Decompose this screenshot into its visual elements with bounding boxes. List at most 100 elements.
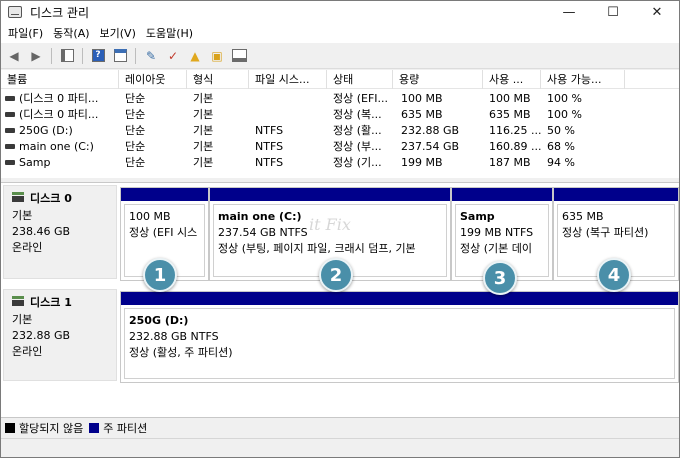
- column-header-filesystem[interactable]: 파일 시스...: [249, 70, 327, 89]
- disk-icon: [12, 296, 24, 306]
- volume-name-cell: main one (C:): [5, 139, 117, 155]
- menu-file[interactable]: 파일(F): [3, 25, 48, 41]
- folder-up-icon[interactable]: ▲: [186, 47, 204, 65]
- volume-name: 250G (D:): [19, 124, 73, 137]
- volume-name-cell: (디스크 0 파티...: [5, 91, 117, 107]
- toolbar-separator: [135, 47, 136, 64]
- volume-row[interactable]: 250G (D:) 단순 기본 NTFS 정상 (활... 232.88 GB …: [1, 123, 679, 139]
- disk-0-label[interactable]: 디스크 0 기본 238.46 GB 온라인: [3, 185, 117, 279]
- capacity-cell: 635 MB: [401, 108, 443, 121]
- menu-action[interactable]: 동작(A): [48, 25, 94, 41]
- type-cell: 기본: [193, 124, 214, 137]
- percent-free-cell: 94 %: [547, 156, 575, 169]
- status-cell: 정상 (기...: [333, 156, 382, 169]
- disk-management-window: 디스크 관리 — ☐ ✕ 파일(F) 동작(A) 보기(V) 도움말(H) ◀ …: [0, 0, 680, 458]
- column-header-percent-free[interactable]: 사용 가능...: [541, 70, 625, 89]
- partition-bar: [210, 188, 450, 201]
- volume-list-header: 볼륨 레이아웃 형식 파일 시스... 상태 용량 사용 ... 사용 가능..…: [1, 70, 679, 89]
- column-header-free-space[interactable]: 사용 ...: [483, 70, 541, 89]
- drive-icon: [5, 95, 15, 101]
- legend-primary-partition: 주 파티션: [103, 421, 148, 435]
- number-badge-1: 1: [143, 258, 177, 292]
- volume-list: 볼륨 레이아웃 형식 파일 시스... 상태 용량 사용 ... 사용 가능..…: [1, 70, 679, 178]
- volume-name: Samp: [19, 156, 51, 169]
- filesystem-cell: NTFS: [255, 124, 284, 137]
- minimize-button[interactable]: —: [547, 1, 591, 23]
- capacity-cell: 232.88 GB: [401, 124, 460, 137]
- partition-bar: [121, 292, 678, 305]
- partition-250g-d[interactable]: 250G (D:) 232.88 GB NTFS 정상 (활성, 주 파티션): [120, 291, 679, 383]
- back-arrow-icon[interactable]: ◀: [5, 47, 23, 65]
- number-badge-4: 4: [597, 258, 631, 292]
- partition-bar: [121, 188, 208, 201]
- volume-name-cell: Samp: [5, 155, 117, 171]
- menu-view[interactable]: 보기(V): [95, 25, 141, 41]
- partition-status: 정상 (복구 파티션): [562, 226, 649, 239]
- console-icon[interactable]: [58, 47, 76, 65]
- column-header-volume[interactable]: 볼륨: [1, 70, 119, 89]
- column-header-type[interactable]: 형식: [187, 70, 249, 89]
- column-header-capacity[interactable]: 용량: [393, 70, 483, 89]
- close-button[interactable]: ✕: [635, 1, 679, 23]
- drive-icon: [5, 127, 15, 133]
- disk-state: 온라인: [12, 241, 43, 254]
- volume-name-cell: 250G (D:): [5, 123, 117, 139]
- percent-free-cell: 100 %: [547, 108, 582, 121]
- disk-1-row: 디스크 1 기본 232.88 GB 온라인 250G (D:) 232.88 …: [1, 287, 679, 383]
- toolbar: ◀ ▶ ? ✎ ✓ ▲ ▣: [1, 43, 679, 69]
- disk-1-label[interactable]: 디스크 1 기본 232.88 GB 온라인: [3, 289, 117, 381]
- disk-kind: 기본: [12, 313, 33, 326]
- menu-help[interactable]: 도움말(H): [141, 25, 198, 41]
- volume-row[interactable]: (디스크 0 파티... 단순 기본 정상 (EFI... 100 MB 100…: [1, 91, 679, 107]
- status-cell: 정상 (EFI...: [333, 92, 389, 105]
- partition-bar: [554, 188, 678, 201]
- free-space-cell: 100 MB: [489, 92, 531, 105]
- status-bar: [1, 438, 679, 457]
- number-badge-3: 3: [483, 261, 517, 295]
- disk-icon: [12, 192, 24, 202]
- layout-cell: 단순: [125, 156, 146, 169]
- volume-name: (디스크 0 파티...: [19, 92, 99, 105]
- free-space-cell: 187 MB: [489, 156, 531, 169]
- partition-body: 250G (D:) 232.88 GB NTFS 정상 (활성, 주 파티션): [124, 308, 675, 379]
- column-header-status[interactable]: 상태: [327, 70, 393, 89]
- volume-row[interactable]: (디스크 0 파티... 단순 기본 정상 (복... 635 MB 635 M…: [1, 107, 679, 123]
- search-folder-icon[interactable]: ▣: [208, 47, 226, 65]
- partition-size: 100 MB: [129, 210, 171, 223]
- number-badge-2: 2: [319, 258, 353, 292]
- filesystem-cell: NTFS: [255, 140, 284, 153]
- capacity-cell: 100 MB: [401, 92, 443, 105]
- partition-status: 정상 (활성, 주 파티션): [129, 346, 233, 359]
- volume-name: (디스크 0 파티...: [19, 108, 99, 121]
- maximize-button[interactable]: ☐: [591, 1, 635, 23]
- volume-row[interactable]: main one (C:) 단순 기본 NTFS 정상 (부... 237.54…: [1, 139, 679, 155]
- title-bar: 디스크 관리 — ☐ ✕: [1, 1, 679, 23]
- percent-free-cell: 100 %: [547, 92, 582, 105]
- help-icon[interactable]: ?: [89, 47, 107, 65]
- disk-management-app-icon: [8, 6, 22, 18]
- watermark-logo: it Fix: [309, 215, 351, 234]
- volume-row[interactable]: Samp 단순 기본 NTFS 정상 (기... 199 MB 187 MB 9…: [1, 155, 679, 171]
- window-title: 디스크 관리: [30, 5, 90, 20]
- disk-size: 238.46 GB: [12, 225, 71, 238]
- forward-arrow-icon[interactable]: ▶: [27, 47, 45, 65]
- menu-bar: 파일(F) 동작(A) 보기(V) 도움말(H): [1, 23, 679, 43]
- drive-icon: [5, 111, 15, 117]
- status-cell: 정상 (부...: [333, 140, 382, 153]
- check-icon[interactable]: ✓: [164, 47, 182, 65]
- disk-view-icon[interactable]: [230, 47, 248, 65]
- disk-kind: 기본: [12, 209, 33, 222]
- toolbar-separator: [51, 47, 52, 64]
- drive-icon: [5, 159, 15, 165]
- column-header-layout[interactable]: 레이아웃: [119, 70, 187, 89]
- properties-icon[interactable]: [111, 47, 129, 65]
- disk-size: 232.88 GB: [12, 329, 71, 342]
- type-cell: 기본: [193, 156, 214, 169]
- type-cell: 기본: [193, 108, 214, 121]
- primary-partition-swatch: [89, 422, 100, 433]
- layout-cell: 단순: [125, 140, 146, 153]
- disk-name: 디스크 0: [30, 192, 72, 205]
- partition-status: 정상 (기본 데이: [460, 242, 533, 255]
- legend-unallocated: 할당되지 않음: [19, 421, 84, 435]
- connect-icon[interactable]: ✎: [142, 47, 160, 65]
